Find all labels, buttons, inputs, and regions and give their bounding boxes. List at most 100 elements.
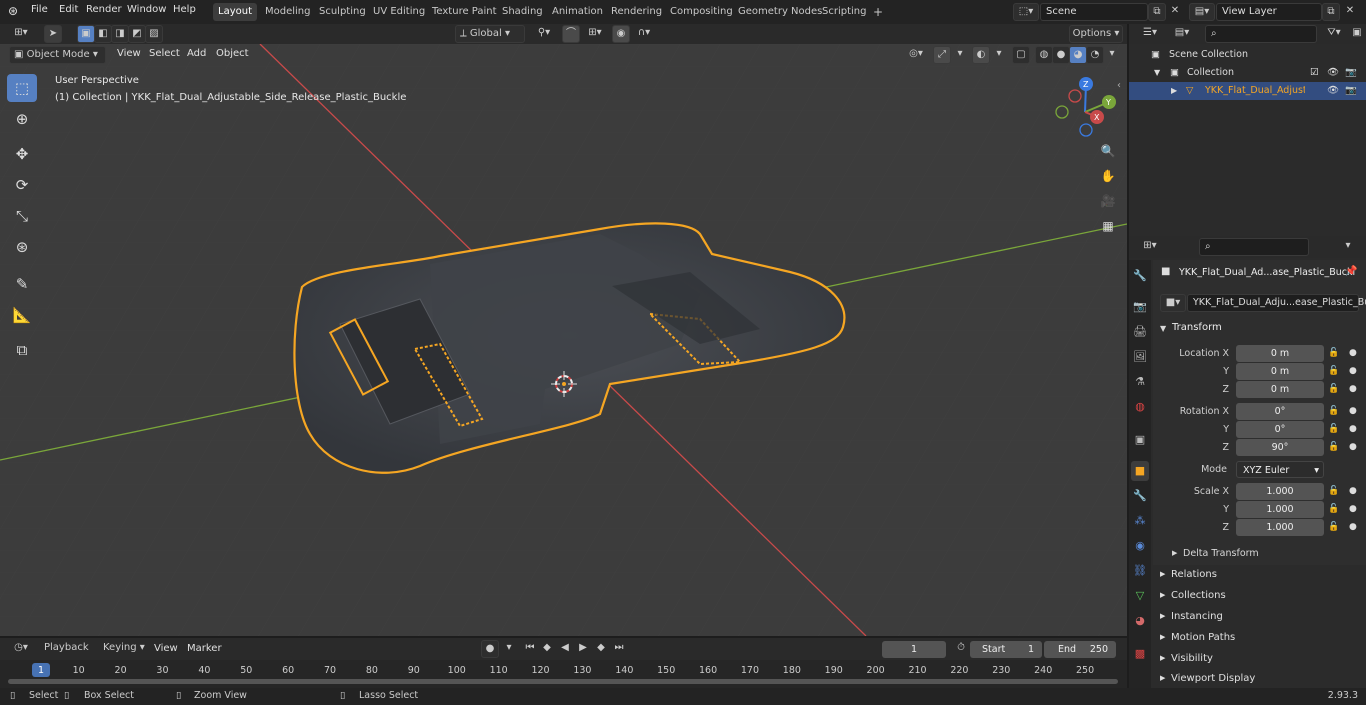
scene-close-icon[interactable]: ✕	[1166, 3, 1184, 21]
add-workspace-icon[interactable]: +	[868, 3, 888, 21]
tab-animation[interactable]: Animation	[547, 3, 608, 21]
delta-transform-section[interactable]: Delta Transform	[1183, 548, 1259, 559]
camera-icon[interactable]: 🎥	[1097, 190, 1119, 212]
keyframe-dot-icon[interactable]: ●	[1349, 366, 1357, 376]
select-mode-new-icon[interactable]: ▣	[77, 25, 95, 43]
motion-paths-section[interactable]: Motion Paths	[1171, 632, 1235, 643]
timeline-editor-type-icon[interactable]: ◷▾	[7, 640, 35, 658]
select-mode-subtract-icon[interactable]: ◨	[111, 25, 129, 43]
object-eye-icon[interactable]: 👁	[1327, 82, 1339, 100]
transform-orientation-dropdown[interactable]: ⟂ Global ▾	[455, 25, 525, 43]
collection-tab-icon[interactable]: ▣	[1131, 430, 1149, 450]
overlays-dropdown-icon[interactable]: ▾	[990, 46, 1008, 64]
editor-type-icon[interactable]: ⊞▾	[7, 25, 35, 43]
object-name-field[interactable]: YKK_Flat_Dual_Adju...ease_Plastic_Buckle	[1187, 294, 1366, 312]
snap-icon[interactable]: ⌒	[562, 25, 580, 43]
cursor-tool-icon[interactable]: ⊕	[7, 105, 37, 133]
particles-tab-icon[interactable]: ⁂	[1131, 511, 1149, 531]
keyframe-dot-icon[interactable]: ●	[1349, 406, 1357, 416]
instancing-section[interactable]: Instancing	[1171, 611, 1223, 622]
properties-options-icon[interactable]: ▾	[1339, 238, 1357, 256]
scene-copy-icon[interactable]: ⧉	[1148, 3, 1166, 21]
visibility-section[interactable]: Visibility	[1171, 653, 1213, 664]
view-layer-copy-icon[interactable]: ⧉	[1322, 3, 1340, 21]
scale-y-field[interactable]: 1.000	[1236, 501, 1324, 518]
tab-compositing[interactable]: Compositing	[665, 3, 738, 21]
data-tab-icon[interactable]: ▽	[1131, 586, 1149, 606]
location-y-field[interactable]: 0 m	[1236, 363, 1324, 380]
object-camera-icon[interactable]: 📷	[1345, 82, 1357, 100]
section-expand-icon[interactable]: ▶	[1160, 612, 1165, 620]
properties-search-input[interactable]: ⌕	[1199, 238, 1309, 256]
collection-camera-icon[interactable]: 📷	[1345, 64, 1357, 82]
jump-start-icon[interactable]: ⏮	[521, 640, 539, 658]
snap-target-icon[interactable]: ⊞▾	[581, 25, 609, 43]
view-layer-field[interactable]: View Layer	[1216, 3, 1322, 21]
rotation-x-field[interactable]: 0°	[1236, 403, 1324, 420]
pivot-point-icon[interactable]: ⚲▾	[530, 25, 558, 43]
tab-uv-editing[interactable]: UV Editing	[368, 3, 430, 21]
gizmo-dropdown-icon[interactable]: ▾	[951, 46, 969, 64]
tab-modeling[interactable]: Modeling	[260, 3, 316, 21]
view-layer-browse-icon[interactable]: ▤▾	[1189, 3, 1215, 21]
location-z-field[interactable]: 0 m	[1236, 381, 1324, 398]
lock-icon[interactable]: 🔓	[1328, 442, 1339, 452]
play-icon[interactable]: ▶	[574, 640, 592, 658]
transform-section-title[interactable]: Transform	[1172, 322, 1222, 333]
location-x-field[interactable]: 0 m	[1236, 345, 1324, 362]
rendered-shading-icon[interactable]: ◔	[1086, 46, 1104, 64]
transform-collapse-icon[interactable]: ▼	[1160, 324, 1166, 333]
perspective-grid-icon[interactable]: ▦	[1097, 215, 1119, 237]
tab-rendering[interactable]: Rendering	[606, 3, 667, 21]
outliner-filter-icon[interactable]: ⛛▾	[1321, 25, 1347, 43]
keyframe-dot-icon[interactable]: ●	[1349, 442, 1357, 452]
rotation-y-field[interactable]: 0°	[1236, 421, 1324, 438]
outliner-new-collection-icon[interactable]: ▣	[1348, 25, 1366, 43]
section-expand-icon[interactable]: ▶	[1160, 654, 1165, 662]
pin-icon[interactable]: 📌	[1345, 266, 1357, 277]
select-mode-invert-icon[interactable]: ◩	[128, 25, 146, 43]
overlays-toggle-icon[interactable]: ◐	[972, 46, 990, 64]
properties-editor-type-icon[interactable]: ⊞▾	[1137, 238, 1163, 256]
timeline-scrollbar[interactable]	[8, 679, 1118, 684]
material-tab-icon[interactable]: ◕	[1131, 611, 1149, 631]
wireframe-shading-icon[interactable]: ◍	[1035, 46, 1053, 64]
annotate-tool-icon[interactable]: ✎	[7, 270, 37, 298]
outliner-editor-type-icon[interactable]: ☰▾	[1137, 25, 1163, 43]
delta-expand-icon[interactable]: ▶	[1172, 549, 1177, 557]
outliner-row-object[interactable]: ▶ ▽ YKK_Flat_Dual_Adjustable 👁 📷	[1129, 82, 1366, 100]
keyframe-dot-icon[interactable]: ●	[1349, 504, 1357, 514]
object-tab-icon[interactable]: ■	[1131, 461, 1149, 481]
section-expand-icon[interactable]: ▶	[1160, 674, 1165, 682]
record-dropdown-icon[interactable]: ▾	[500, 640, 518, 658]
lock-icon[interactable]: 🔓	[1328, 424, 1339, 434]
navigation-gizmo[interactable]: Z Y X	[1050, 72, 1120, 142]
start-frame-field[interactable]: Start 1	[970, 641, 1042, 658]
tool-tab-icon[interactable]: 🔧	[1131, 266, 1149, 286]
menu-help[interactable]: Help	[173, 4, 196, 15]
rotate-tool-icon[interactable]: ⟳	[7, 171, 37, 199]
lock-icon[interactable]: 🔓	[1328, 486, 1339, 496]
scene-tab-icon[interactable]: ⚗	[1131, 372, 1149, 392]
viewport-display-section[interactable]: Viewport Display	[1171, 673, 1255, 684]
expand-arrow-icon[interactable]: ▼	[1154, 64, 1160, 82]
viewport-menu-add[interactable]: Add	[187, 48, 206, 59]
collections-section[interactable]: Collections	[1171, 590, 1226, 601]
gizmo-toggle-icon[interactable]: ⤢	[933, 46, 951, 64]
scale-z-field[interactable]: 1.000	[1236, 519, 1324, 536]
end-frame-field[interactable]: End 250	[1044, 641, 1116, 658]
select-tool-icon[interactable]: ➤	[44, 25, 62, 43]
record-icon[interactable]: ●	[481, 640, 499, 658]
output-tab-icon[interactable]: 🖨	[1131, 322, 1149, 342]
outliner-display-mode-icon[interactable]: ▤▾	[1169, 25, 1195, 43]
object-browse-icon[interactable]: ■▾	[1160, 294, 1186, 312]
current-frame-field[interactable]: 1	[882, 641, 946, 658]
keyframe-dot-icon[interactable]: ●	[1349, 522, 1357, 532]
3d-viewport[interactable]: ▣ Object Mode ▾ View Select Add Object ◎…	[0, 44, 1127, 636]
tab-scripting[interactable]: Scripting	[817, 3, 871, 21]
menu-edit[interactable]: Edit	[59, 4, 78, 15]
tab-layout[interactable]: Layout	[213, 3, 257, 21]
viewport-menu-view[interactable]: View	[117, 48, 141, 59]
tab-shading[interactable]: Shading	[497, 3, 548, 21]
select-mode-extend-icon[interactable]: ◧	[94, 25, 112, 43]
